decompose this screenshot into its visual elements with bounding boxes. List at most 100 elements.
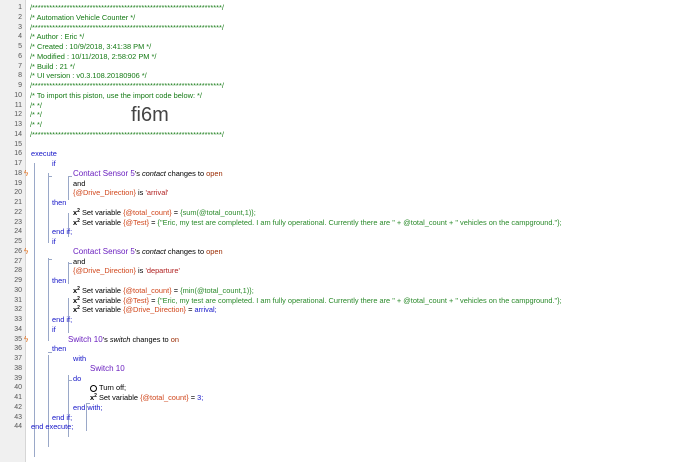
- line-number: 43: [14, 413, 22, 421]
- set-variable-label[interactable]: Set variable: [82, 305, 121, 314]
- comparison-is: is: [138, 188, 144, 198]
- line-number: 34: [14, 325, 22, 333]
- line-number: 13: [14, 121, 22, 128]
- x-squared-icon: x2: [73, 305, 80, 315]
- device-contact-sensor-5[interactable]: Contact Sensor 5: [73, 169, 135, 178]
- expression-test-message: {"Eric, my test are completed. I am full…: [157, 295, 562, 305]
- code-line: x2 Set variable {@total_count} = {sum(@t…: [73, 208, 688, 218]
- comment-ui-version: /* UI version : v0.3.108.20180906 */: [30, 71, 147, 81]
- comment-build: /* Build : 21 */: [30, 61, 75, 71]
- line-number: 30: [14, 286, 22, 294]
- block-guide-connector: [48, 176, 52, 177]
- block-guide-connector: [48, 352, 52, 353]
- variable-drive-direction[interactable]: {@Drive_Direction}: [73, 188, 136, 197]
- line-number: 40: [14, 384, 22, 392]
- equals-sign: =: [173, 207, 179, 217]
- code-line: /***************************************…: [30, 3, 688, 13]
- line-number: 23: [14, 218, 22, 226]
- comment-line: /***************************************…: [30, 81, 224, 90]
- keyword-then[interactable]: then: [52, 198, 66, 207]
- expression-min: {min(@total_count,1)};: [180, 285, 254, 295]
- set-variable-label[interactable]: Set variable: [82, 296, 121, 305]
- code-line: if: [52, 159, 688, 169]
- code-line: /* Author : Eric */: [30, 32, 688, 42]
- block-guide-if2: [48, 258, 49, 341]
- comment-line: /***************************************…: [30, 22, 224, 32]
- keyword-end-if[interactable]: end if;: [52, 315, 72, 324]
- line-number: 28: [14, 267, 22, 275]
- keyword-and: and: [73, 178, 86, 188]
- code-line: Switch 10: [90, 364, 688, 374]
- expression-sum: {sum(@total_count,1)};: [180, 207, 256, 217]
- set-variable-label[interactable]: Set variable: [99, 393, 138, 402]
- keyword-if[interactable]: if: [52, 237, 56, 246]
- code-line: /* UI version : v0.3.108.20180906 */: [30, 71, 688, 81]
- turn-off-command[interactable]: Turn off;: [99, 383, 126, 392]
- piston-code-view: 1 2 3 4 5 6 7 8 9 10 11 12 13 14 15 16 17 18 19 20 21 22 23 24 2…: [0, 0, 690, 462]
- lightning-bolt-icon: ϟ: [24, 334, 29, 344]
- code-line: /* Created : 10/9/2018, 3:41:38 PM */: [30, 42, 688, 52]
- block-guide-connector: [86, 403, 90, 404]
- set-variable-label[interactable]: Set variable: [82, 286, 121, 295]
- code-line: Contact Sensor 5's contact changes to op…: [73, 169, 688, 179]
- block-guide-if1-cond: [68, 176, 69, 200]
- possessive-text: 's: [134, 168, 140, 178]
- line-number: 21: [14, 199, 22, 206]
- code-line: /* Automation Vehicle Counter */: [30, 13, 688, 23]
- keyword-end-with[interactable]: end with;: [73, 403, 103, 412]
- code-line: if: [52, 237, 688, 247]
- line-number: 25: [14, 238, 22, 245]
- equals-sign: =: [173, 285, 179, 295]
- keyword-execute[interactable]: execute: [31, 149, 57, 158]
- comment-author: /* Author : Eric */: [30, 32, 85, 42]
- variable-total-count[interactable]: {@total_count}: [123, 286, 172, 295]
- block-guide-connector: [68, 176, 72, 177]
- variable-test[interactable]: {@Test}: [123, 296, 149, 305]
- keyword-then[interactable]: then: [52, 276, 66, 285]
- x-squared-icon: x2: [73, 295, 80, 305]
- line-number: 16: [14, 150, 22, 158]
- keyword-if[interactable]: if: [52, 159, 56, 168]
- attribute-contact: contact: [141, 246, 166, 256]
- line-number: 1: [18, 4, 22, 11]
- device-contact-sensor-5[interactable]: Contact Sensor 5: [73, 247, 135, 256]
- x-squared-icon: x2: [73, 217, 80, 227]
- keyword-end-execute[interactable]: end execute;: [31, 422, 73, 431]
- keyword-end-if[interactable]: end if;: [52, 413, 72, 422]
- keyword-then[interactable]: then: [52, 344, 66, 353]
- block-guide-if1: [48, 173, 49, 243]
- variable-drive-direction[interactable]: {@Drive_Direction}: [73, 266, 136, 275]
- variable-total-count[interactable]: {@total_count}: [140, 393, 189, 402]
- code-line: end with;: [73, 403, 688, 413]
- device-switch-10[interactable]: Switch 10: [68, 335, 103, 344]
- code-line: /* */: [30, 110, 688, 120]
- line-number: 7: [18, 62, 22, 70]
- line-number: 17: [14, 160, 22, 167]
- line-number: 36: [14, 345, 22, 353]
- line-number: 42: [14, 403, 22, 411]
- line-number: 14: [14, 130, 22, 138]
- value-on: on: [170, 334, 179, 344]
- set-variable-label[interactable]: Set variable: [82, 218, 121, 227]
- keyword-if[interactable]: if: [52, 325, 56, 334]
- variable-total-count[interactable]: {@total_count}: [123, 208, 172, 217]
- comment-line: /* */: [30, 120, 42, 129]
- variable-drive-direction[interactable]: {@Drive_Direction}: [123, 305, 186, 314]
- code-line: /* Build : 21 */: [30, 62, 688, 72]
- device-switch-10-target[interactable]: Switch 10: [90, 364, 125, 373]
- x-squared-icon: x2: [73, 285, 80, 295]
- comparison-text: changes to: [132, 334, 169, 344]
- keyword-end-if[interactable]: end if;: [52, 227, 72, 236]
- equals-sign: =: [190, 393, 196, 402]
- code-line: execute: [31, 149, 688, 159]
- code-line: /***************************************…: [30, 81, 688, 91]
- set-variable-label[interactable]: Set variable: [82, 208, 121, 217]
- variable-test[interactable]: {@Test}: [123, 218, 149, 227]
- lightning-bolt-icon: ϟ: [24, 168, 29, 178]
- keyword-with[interactable]: with: [73, 354, 86, 363]
- expression-test-message: {"Eric, my test are completed. I am full…: [157, 217, 562, 227]
- value-three: 3;: [197, 393, 204, 402]
- comment-line: /***************************************…: [30, 3, 224, 12]
- keyword-do[interactable]: do: [73, 374, 81, 383]
